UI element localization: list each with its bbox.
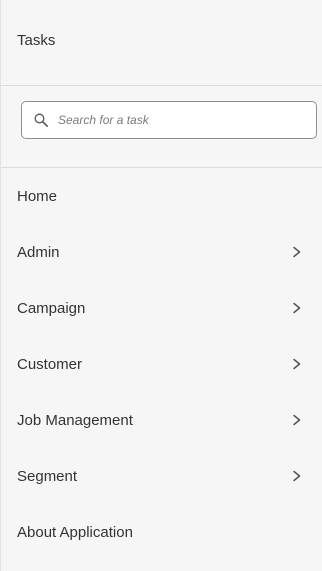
search-input[interactable] xyxy=(58,113,278,127)
menu-item-label: Segment xyxy=(17,467,78,485)
search-box[interactable] xyxy=(21,101,317,139)
chevron-right-icon xyxy=(290,301,304,315)
tasks-panel: Tasks Home Admin Campaign xyxy=(0,0,322,571)
search-section xyxy=(1,86,322,168)
menu-item-home[interactable]: Home xyxy=(1,168,322,224)
menu-item-about-application[interactable]: About Application xyxy=(1,504,322,560)
menu-item-job-management[interactable]: Job Management xyxy=(1,392,322,448)
chevron-right-icon xyxy=(290,469,304,483)
menu-item-segment[interactable]: Segment xyxy=(1,448,322,504)
chevron-right-icon xyxy=(290,245,304,259)
panel-title: Tasks xyxy=(17,32,56,49)
search-icon xyxy=(32,111,50,129)
task-menu: Home Admin Campaign Customer Job Managem… xyxy=(1,168,322,560)
menu-item-label: About Application xyxy=(17,523,133,541)
menu-item-label: Customer xyxy=(17,355,83,373)
panel-header: Tasks xyxy=(1,0,322,86)
menu-item-campaign[interactable]: Campaign xyxy=(1,280,322,336)
menu-item-label: Home xyxy=(17,187,58,205)
menu-item-customer[interactable]: Customer xyxy=(1,336,322,392)
menu-item-admin[interactable]: Admin xyxy=(1,224,322,280)
menu-item-label: Campaign xyxy=(17,299,86,317)
chevron-right-icon xyxy=(290,357,304,371)
menu-item-label: Job Management xyxy=(17,411,133,429)
menu-item-label: Admin xyxy=(17,243,60,261)
chevron-right-icon xyxy=(290,413,304,427)
